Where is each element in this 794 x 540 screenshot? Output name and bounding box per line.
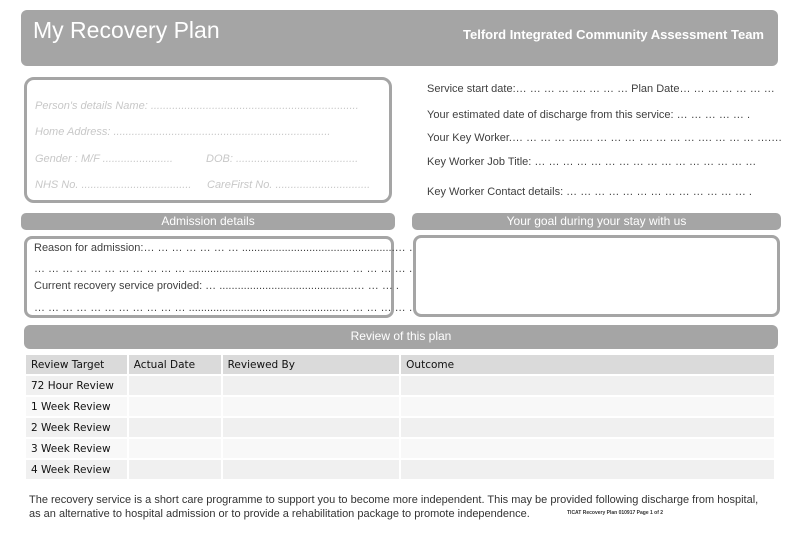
outcome-cell[interactable] — [401, 439, 774, 458]
key-worker-job-title-field[interactable]: Key Worker Job Title: … … … … … … … … … … — [427, 156, 756, 168]
current-recovery-service-field[interactable]: Current recovery service provided: … ...… — [34, 280, 399, 292]
service-start-date-field[interactable]: Service start date:… … … … …. … … … Plan… — [427, 83, 775, 95]
review-heading-bar: Review of this plan — [24, 325, 778, 349]
column-actual-date: Actual Date — [128, 355, 221, 374]
table-row: 1 Week Review — [26, 397, 774, 416]
nhs-number-field[interactable]: NHS No. ................................… — [35, 179, 191, 191]
footer-line-1: The recovery service is a short care pro… — [29, 494, 759, 506]
footer-description: The recovery service is a short care pro… — [29, 493, 758, 521]
key-worker-contact-field[interactable]: Key Worker Contact details: … … … … … … … — [427, 186, 752, 198]
discharge-date-field[interactable]: Your estimated date of discharge from th… — [427, 109, 750, 121]
actual-date-cell[interactable] — [128, 376, 221, 395]
admission-details-box: Reason for admission:… … … … … … … .....… — [24, 236, 434, 318]
outcome-cell[interactable] — [401, 418, 774, 437]
goal-input-box[interactable] — [413, 235, 780, 317]
goal-heading: Your goal during your stay with us — [412, 213, 781, 230]
home-address-field[interactable]: Home Address: ..........................… — [35, 126, 330, 138]
reviewed-by-cell[interactable] — [222, 439, 400, 458]
table-row: 4 Week Review — [26, 460, 774, 479]
outcome-cell[interactable] — [401, 397, 774, 416]
table-row: 3 Week Review — [26, 439, 774, 458]
table-row: 72 Hour Review — [26, 376, 774, 395]
review-target-cell: 4 Week Review — [26, 460, 127, 479]
reason-for-admission-field[interactable]: Reason for admission:… … … … … … … .....… — [34, 242, 434, 254]
page-title: My Recovery Plan — [33, 17, 220, 43]
reviewed-by-cell[interactable] — [222, 460, 400, 479]
actual-date-cell[interactable] — [128, 397, 221, 416]
review-table: Review Target Actual Date Reviewed By Ou… — [24, 353, 776, 481]
reason-for-admission-continued[interactable]: … … … … … … … … … … … ..................… — [34, 263, 420, 275]
admission-details-heading: Admission details — [21, 213, 395, 230]
key-worker-field[interactable]: Your Key Worker.… … … … ….… … … … …. … …… — [427, 132, 782, 144]
reviewed-by-cell[interactable] — [222, 418, 400, 437]
current-recovery-service-continued[interactable]: … … … … … … … … … … … ..................… — [34, 302, 420, 314]
actual-date-cell[interactable] — [128, 418, 221, 437]
name-field[interactable]: Person's details Name: .................… — [35, 100, 359, 112]
review-target-cell: 1 Week Review — [26, 397, 127, 416]
actual-date-cell[interactable] — [128, 439, 221, 458]
table-row: 2 Week Review — [26, 418, 774, 437]
header-bar: My Recovery Plan Telford Integrated Comm… — [21, 10, 778, 66]
gender-field[interactable]: Gender : M/F ....................... — [35, 153, 173, 165]
column-reviewed-by: Reviewed By — [222, 355, 400, 374]
actual-date-cell[interactable] — [128, 460, 221, 479]
review-target-cell: 3 Week Review — [26, 439, 127, 458]
column-review-target: Review Target — [26, 355, 127, 374]
outcome-cell[interactable] — [401, 376, 774, 395]
review-target-cell: 2 Week Review — [26, 418, 127, 437]
reviewed-by-cell[interactable] — [222, 376, 400, 395]
organisation-name: Telford Integrated Community Assessment … — [463, 27, 764, 42]
review-table-header: Review Target Actual Date Reviewed By Ou… — [26, 355, 774, 374]
review-heading: Review of this plan — [350, 329, 452, 343]
carefirst-number-field[interactable]: CareFirst No. ..........................… — [207, 179, 370, 191]
reviewed-by-cell[interactable] — [222, 397, 400, 416]
person-details-box: Person's details Name: .................… — [24, 77, 392, 203]
outcome-cell[interactable] — [401, 460, 774, 479]
review-target-cell: 72 Hour Review — [26, 376, 127, 395]
dob-field[interactable]: DOB: ...................................… — [206, 153, 358, 165]
document-reference: TICAT Recovery Plan 010917 Page 1 of 2 — [567, 510, 664, 516]
column-outcome: Outcome — [401, 355, 774, 374]
